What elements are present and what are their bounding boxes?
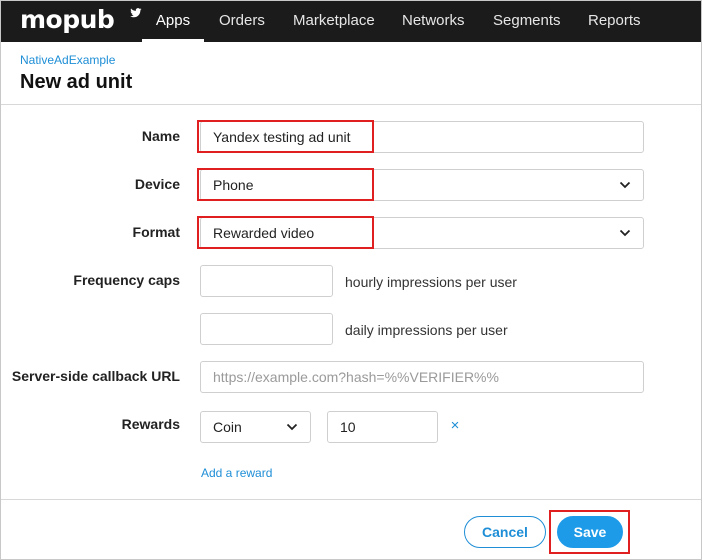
page-title: New ad unit [20, 71, 133, 93]
frequency-caps-label: Frequency caps [73, 272, 180, 288]
nav-networks[interactable]: Networks [402, 1, 465, 42]
nav-reports[interactable]: Reports [588, 1, 641, 42]
nav-apps-label: Apps [155, 12, 191, 29]
nav-marketplace-label: Marketplace [293, 12, 375, 29]
mopub-logo[interactable]: mopub [20, 5, 142, 35]
header-divider [1, 104, 701, 105]
name-label: Name [141, 128, 180, 144]
nav-marketplace[interactable]: Marketplace [293, 1, 375, 42]
nav-segments-label: Segments [493, 12, 561, 29]
nav-orders[interactable]: Orders [219, 1, 265, 42]
hourly-cap-helper: hourly impressions per user [345, 274, 517, 290]
nav-apps[interactable]: Apps [142, 1, 204, 42]
top-nav: mopub Apps Orders Marketplace Networks S… [1, 1, 701, 42]
cancel-button[interactable]: Cancel [464, 516, 546, 548]
callback-url-placeholder: https://example.com?hash=%%VERIFIER%% [213, 369, 499, 385]
nav-active-indicator [142, 39, 204, 42]
callback-url-input[interactable]: https://example.com?hash=%%VERIFIER%% [200, 361, 644, 393]
name-input-value: Yandex testing ad unit [213, 129, 351, 145]
callback-url-label: Server-side callback URL [11, 368, 180, 384]
chevron-down-icon [286, 423, 298, 431]
device-select-value: Phone [213, 177, 254, 193]
reward-currency-value: Coin [213, 419, 242, 435]
name-input[interactable]: Yandex testing ad unit [200, 121, 644, 153]
rewards-label: Rewards [121, 416, 180, 432]
daily-cap-input[interactable] [200, 313, 333, 345]
reward-amount-input[interactable]: 10 [327, 411, 438, 443]
footer-divider [1, 499, 701, 500]
format-select[interactable]: Rewarded video [200, 217, 644, 249]
breadcrumb[interactable]: NativeAdExample [20, 53, 115, 67]
format-select-value: Rewarded video [213, 225, 315, 241]
logo-text: mopub [20, 5, 115, 34]
add-reward-link[interactable]: Add a reward [201, 466, 272, 480]
nav-networks-label: Networks [402, 12, 465, 29]
reward-currency-select[interactable]: Coin [200, 411, 311, 443]
device-label: Device [134, 176, 180, 192]
bird-icon [130, 8, 142, 18]
chevron-down-icon [619, 229, 631, 237]
chevron-down-icon [619, 181, 631, 189]
nav-orders-label: Orders [219, 12, 265, 29]
daily-cap-helper: daily impressions per user [345, 322, 508, 338]
save-button[interactable]: Save [557, 516, 623, 548]
remove-reward-icon[interactable]: × [448, 418, 462, 434]
reward-amount-value: 10 [340, 419, 356, 435]
device-select[interactable]: Phone [200, 169, 644, 201]
nav-segments[interactable]: Segments [493, 1, 561, 42]
nav-reports-label: Reports [588, 12, 641, 29]
hourly-cap-input[interactable] [200, 265, 333, 297]
format-label: Format [132, 224, 180, 240]
